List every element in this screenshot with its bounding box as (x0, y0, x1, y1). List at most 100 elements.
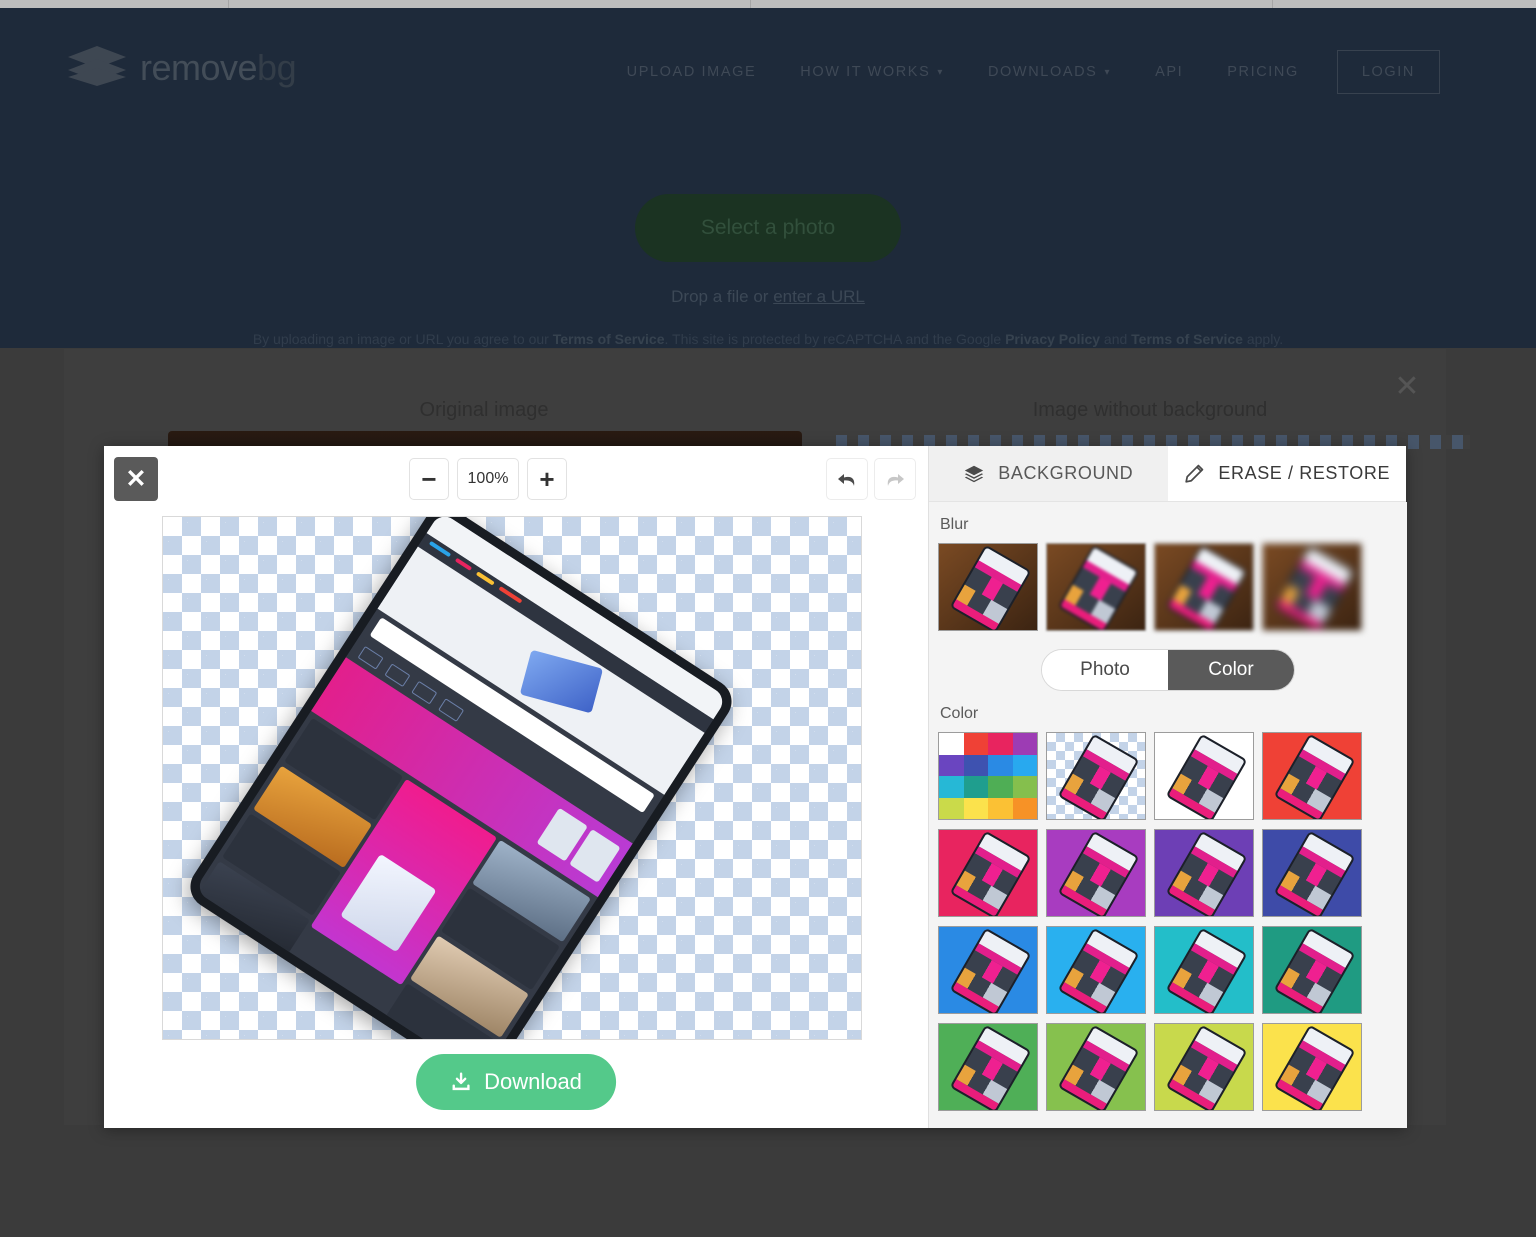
zoom-level-value[interactable]: 100% (457, 458, 519, 500)
nav-item-how-it-works[interactable]: HOW IT WORKS ▾ (778, 51, 966, 93)
color-option-purple[interactable] (1154, 829, 1254, 917)
color-option-green[interactable] (938, 1023, 1038, 1111)
chevron-down-icon: ▾ (1104, 66, 1112, 78)
swatch-3[interactable] (1012, 733, 1037, 755)
swatch-5[interactable] (963, 754, 988, 776)
login-button[interactable]: LOGIN (1336, 50, 1440, 94)
zoom-controls: − 100% + (409, 458, 567, 500)
chrome-divider (228, 0, 229, 8)
page-root: removebg UPLOAD IMAGE HOW IT WORKS ▾ DOW… (0, 0, 1536, 1237)
logo-text-primary: remove (140, 47, 258, 88)
blur-option-medium[interactable] (1154, 543, 1254, 631)
swatch-2[interactable] (988, 733, 1013, 755)
tab-background[interactable]: BACKGROUND (929, 446, 1168, 501)
redo-button[interactable] (874, 458, 916, 500)
layers-icon (965, 465, 984, 482)
blur-option-light[interactable] (1046, 543, 1146, 631)
color-option-indigo[interactable] (1262, 829, 1362, 917)
color-option-transparent[interactable] (1046, 732, 1146, 820)
color-option-blue[interactable] (938, 926, 1038, 1014)
color-option-yellow-green[interactable] (1154, 1023, 1254, 1111)
swatch-11[interactable] (1012, 776, 1037, 798)
hero-content: Select a photo Drop a file or enter a UR… (0, 194, 1536, 347)
color-option-light-blue[interactable] (1046, 926, 1146, 1014)
swatch-10[interactable] (988, 776, 1013, 798)
legal-text: By uploading an image or URL you agree t… (0, 331, 1536, 347)
color-option-teal[interactable] (1262, 926, 1362, 1014)
background-editor-dialog: ✕ − 100% + Download BACKGROUND ERASE / R… (104, 446, 1407, 1128)
tab-label: ERASE / RESTORE (1218, 463, 1391, 483)
terms-of-service-link[interactable]: Terms of Service (553, 331, 665, 347)
nav-label: API (1155, 64, 1184, 80)
nav-item-downloads[interactable]: DOWNLOADS ▾ (966, 51, 1133, 93)
swatch-1[interactable] (963, 733, 988, 755)
close-icon[interactable]: ✕ (114, 457, 158, 501)
zoom-out-button[interactable]: − (409, 458, 449, 500)
mode-toggle-wrapper: Photo Color (929, 649, 1407, 691)
swatch-7[interactable] (1012, 754, 1037, 776)
logo[interactable]: removebg (68, 46, 297, 90)
download-label: Download (484, 1069, 582, 1094)
color-section-label: Color (940, 705, 979, 722)
options-scroll-area[interactable]: Blur Photo Color Color (929, 502, 1407, 1128)
toggle-option-color[interactable]: Color (1168, 650, 1294, 690)
privacy-policy-link[interactable]: Privacy Policy (1005, 331, 1100, 347)
legal-part: and (1100, 331, 1132, 347)
legal-part: By uploading an image or URL you agree t… (252, 331, 553, 347)
color-row-2 (929, 829, 1407, 917)
color-row-4 (929, 1023, 1407, 1111)
swatch-0[interactable] (939, 733, 964, 755)
toggle-option-photo[interactable]: Photo (1042, 650, 1168, 690)
blur-option-strong[interactable] (1262, 543, 1362, 631)
zoom-in-button[interactable]: + (527, 458, 567, 500)
color-option-magenta[interactable] (1046, 829, 1146, 917)
select-photo-button[interactable]: Select a photo (634, 194, 902, 262)
color-row-3 (929, 926, 1407, 1014)
layers-icon (68, 46, 126, 90)
main-nav: UPLOAD IMAGE HOW IT WORKS ▾ DOWNLOADS ▾ … (605, 50, 1440, 94)
terms-of-service-link-2[interactable]: Terms of Service (1131, 331, 1243, 347)
tab-erase-restore[interactable]: ERASE / RESTORE (1167, 446, 1406, 501)
nav-label: DOWNLOADS (987, 64, 1098, 80)
chrome-divider (1272, 0, 1273, 8)
background-mode-toggle: Photo Color (1041, 649, 1295, 691)
drop-file-text: Drop a file or enter a URL (0, 287, 1536, 307)
blur-thumbnail-row (929, 543, 1407, 631)
blur-option-none[interactable] (938, 543, 1038, 631)
nav-item-api[interactable]: API (1133, 51, 1205, 93)
color-option-light-green[interactable] (1046, 1023, 1146, 1111)
legal-part: apply. (1242, 331, 1284, 347)
nav-item-upload-image[interactable]: UPLOAD IMAGE (605, 51, 779, 93)
swatch-15[interactable] (1012, 797, 1037, 819)
swatch-8[interactable] (939, 776, 964, 798)
swatch-6[interactable] (988, 754, 1013, 776)
color-option-cyan[interactable] (1154, 926, 1254, 1014)
swatch-9[interactable] (963, 776, 988, 798)
swatch-4[interactable] (939, 754, 964, 776)
tablet-screen (194, 517, 728, 1039)
undo-button[interactable] (826, 458, 868, 500)
redo-arrow-icon (887, 474, 904, 486)
history-controls (826, 458, 916, 500)
editor-canvas-pane: ✕ − 100% + Download (104, 446, 928, 1128)
site-header: removebg UPLOAD IMAGE HOW IT WORKS ▾ DOW… (0, 8, 1536, 133)
download-button[interactable]: Download (416, 1054, 616, 1110)
enter-url-link[interactable]: enter a URL (773, 287, 865, 306)
download-icon (452, 1072, 470, 1091)
tab-label: BACKGROUND (998, 463, 1134, 483)
swatch-12[interactable] (939, 797, 964, 819)
color-picker-swatches[interactable] (938, 732, 1038, 820)
color-option-yellow[interactable] (1262, 1023, 1362, 1111)
close-icon[interactable]: ✕ (1390, 371, 1424, 405)
color-option-pink[interactable] (938, 829, 1038, 917)
nav-item-pricing[interactable]: PRICING (1205, 51, 1321, 93)
color-thumbnail-grid (929, 732, 1407, 1111)
swatch-13[interactable] (963, 797, 988, 819)
color-option-white[interactable] (1154, 732, 1254, 820)
tablet-image (182, 517, 740, 1039)
editor-options-pane: BACKGROUND ERASE / RESTORE Blur Photo Co… (928, 446, 1407, 1128)
image-canvas[interactable] (162, 516, 862, 1040)
editor-tabs: BACKGROUND ERASE / RESTORE (929, 446, 1406, 502)
swatch-14[interactable] (988, 797, 1013, 819)
color-option-red[interactable] (1262, 732, 1362, 820)
